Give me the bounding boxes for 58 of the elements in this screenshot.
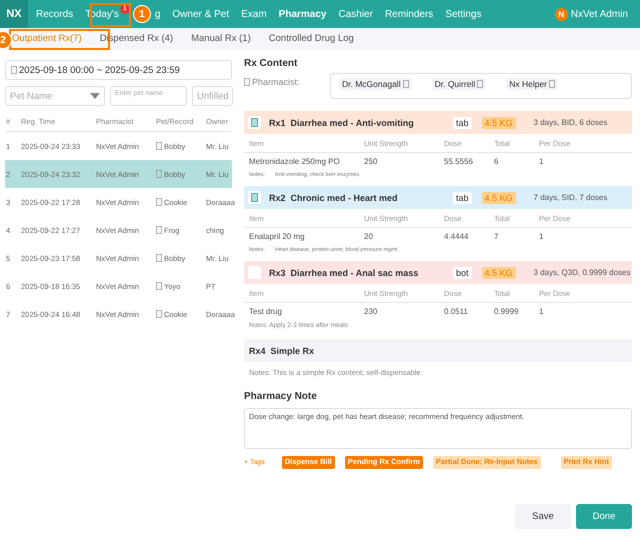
table-cell-text: 230 [364,307,378,316]
nav-item[interactable]: Records [36,8,74,20]
nav-item[interactable]: Pharmacy [278,8,326,20]
app-logo[interactable]: NX [0,0,28,28]
table-cell-text: Test drug [249,307,283,316]
rx-title: Rx4 Simple Rx [244,339,632,362]
table-cell-text: 250 [364,157,378,166]
table-cell-text: 7 [494,232,500,241]
user-name[interactable]: NxVet Admin [570,8,628,20]
nav-item[interactable]: g [154,8,160,20]
nav-item[interactable]: Settings [445,8,482,20]
dosage-form: bot [453,266,472,278]
table-cell-text: 0.0511 [444,307,469,316]
nav-item[interactable]: Exam [241,8,267,20]
nav-item[interactable]: Cashier [338,8,373,20]
rx-checkbox[interactable] [248,116,261,129]
weight-tag: 4.5 KG [482,266,516,278]
nav-item[interactable]: Owner & Pet [172,8,230,20]
rx-schedule: 3 days, Q3D, 0.9999 doses [534,268,630,277]
section-title: Rx Content [244,58,298,69]
done-button[interactable]: Done [576,504,632,529]
pet-name-select[interactable]: Pet Name [5,86,105,106]
dosage-form: tab [453,116,472,128]
rx-schedule: 3 days, BID, 6 doses [534,118,608,127]
table-cell-text: 20 [364,232,374,241]
section-title: Pharmacy Note [244,391,318,402]
caret-icon [90,93,100,99]
pharmacist-box[interactable]: Dr. McGonagall Dr. Quirrell Nx Helper [330,73,632,99]
table-cell-text: 6 [494,157,500,166]
rx-schedule: 7 days, SID, 7 doses [534,193,608,202]
date-range-field[interactable]: 2025-09-18 00:00 ~ 2025-09-25 23:59 [5,60,232,80]
dosage-form: tab [453,192,472,204]
rx-title: Rx1 Diarrhea med - Anti-vomiting [269,118,415,128]
pharmacist-chip[interactable]: Dr. Quirrell [432,78,486,90]
field-label: Pharmacist: [252,77,300,87]
table-cell-text: Enalapril 20 mg [249,232,306,241]
nav-item[interactable]: Reminders [384,8,434,20]
table-cell-text: 0.9999 [494,307,520,316]
pharmacist-chip[interactable]: Dr. McGonagall [339,78,412,90]
rx-checkbox[interactable] [248,191,261,204]
pharmacist-chip[interactable]: Nx Helper [506,78,558,90]
rx-checkbox[interactable] [248,266,261,279]
table-cell-text: 1 [539,157,544,166]
step-marker: 1 [132,5,151,23]
weight-tag: 4.5 KG [482,192,516,204]
tab[interactable]: Controlled Drug Log [268,28,362,50]
user-avatar[interactable]: N [554,8,568,20]
table-cell-text: 4.4444 [444,232,470,241]
weight-tag: 4.5 KG [482,116,516,128]
rx-title: Rx3 Diarrhea med - Anal sac mass [269,268,420,278]
table-cell-text: Metronidazole 250mg PO [249,157,341,166]
tab[interactable]: Manual Rx (1) [191,28,259,50]
save-button[interactable]: Save [515,504,571,529]
table-cell-text: 1 [539,232,544,241]
table-cell-text: 55.5556 [444,157,474,166]
rx-title: Rx2 Chronic med - Heart med [269,192,399,202]
status-select[interactable]: Unfilled [192,86,233,106]
table-cell-text: 1 [539,307,544,316]
